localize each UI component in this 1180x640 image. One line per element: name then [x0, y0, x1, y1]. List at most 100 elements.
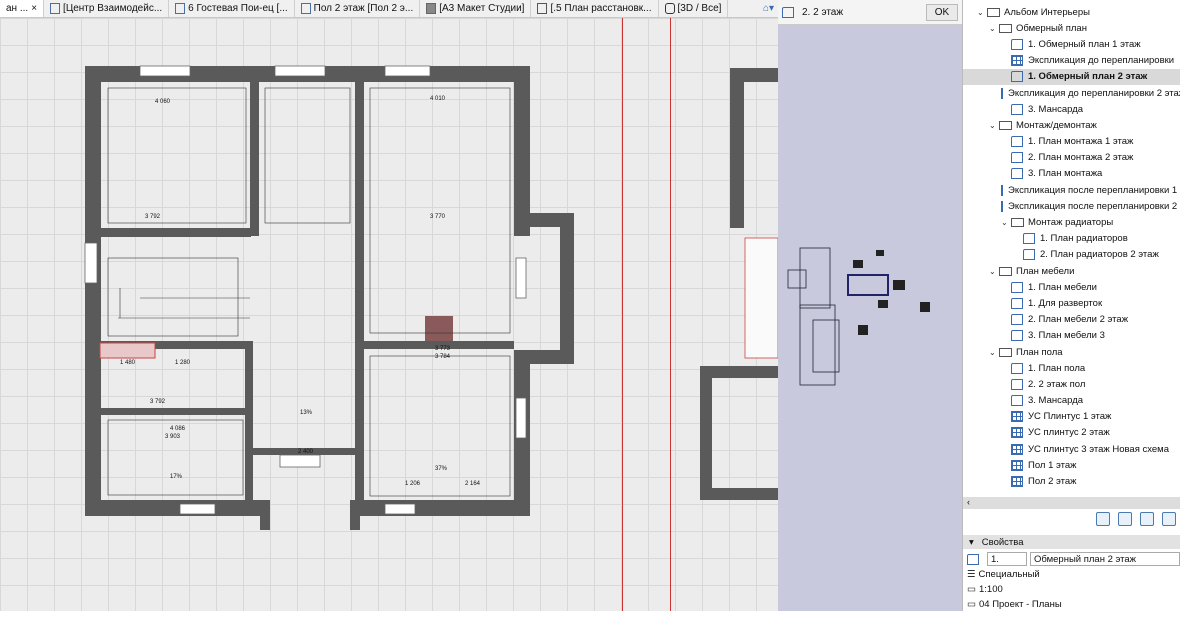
tree-item[interactable]: 1. План монтажа 1 этаж	[963, 134, 1180, 150]
tree-item[interactable]: ⌄ Обмерный план	[963, 20, 1180, 36]
tree-item-label: 1. Обмерный план 1 этаж	[1028, 38, 1141, 50]
view-icon	[1011, 281, 1023, 293]
tree-item[interactable]: 1. План мебели	[963, 279, 1180, 295]
tree-item[interactable]: 1. Для разверток	[963, 295, 1180, 311]
chevron-down-icon[interactable]: ⌄	[989, 24, 999, 33]
tree-item[interactable]: Пол 2 этаж	[963, 473, 1180, 489]
tree-item-label: 2. 2 этаж пол	[1028, 378, 1086, 390]
tree-item[interactable]: ⌄ Альбом Интерьеры	[963, 4, 1180, 20]
clone-view-icon[interactable]	[1118, 512, 1132, 526]
chevron-down-icon[interactable]: ⌄	[977, 8, 987, 17]
tree-item-label: 1. План мебели	[1028, 281, 1097, 293]
schedule-icon	[1011, 459, 1023, 471]
new-folder-icon[interactable]	[1096, 512, 1110, 526]
tree-item[interactable]: Экспликация после перепланировки 1 этаж	[963, 182, 1180, 198]
schedule-icon	[1011, 411, 1023, 423]
schedule-icon	[1001, 87, 1003, 99]
tree-item[interactable]: ⌄ План пола	[963, 344, 1180, 360]
tab-3[interactable]: Пол 2 этаж [Пол 2 э...	[295, 0, 421, 17]
tab-2[interactable]: 6 Гостевая Пои-ец [...	[169, 0, 295, 17]
tree-item[interactable]: 2. План монтажа 2 этаж	[963, 150, 1180, 166]
dim: 2 400	[298, 449, 314, 455]
tab-6[interactable]: [3D / Все]	[659, 0, 729, 17]
chevron-down-icon[interactable]: ⌄	[1001, 218, 1011, 227]
tree-item[interactable]: 2. План радиаторов 2 этаж	[963, 247, 1180, 263]
pen-set-icon: ▭	[967, 599, 976, 610]
tab-5[interactable]: [.5 План расстановк...	[531, 0, 659, 17]
tree-item-label: УС плинтус 3 этаж Новая схема	[1028, 443, 1169, 455]
tree-item[interactable]: 3. План мебели 3	[963, 328, 1180, 344]
story-icon	[782, 6, 794, 18]
tree-item[interactable]: ⌄ Монтаж радиаторы	[963, 214, 1180, 230]
floor-plan-canvas[interactable]: 4 060 4 010 3 792 3 770 1 480 1 280 3 77…	[0, 18, 779, 611]
tree-item[interactable]: ⌄ План мебели	[963, 263, 1180, 279]
layers-icon: ☰	[967, 569, 976, 580]
schedule-icon	[1011, 476, 1023, 488]
ok-button[interactable]: OK	[926, 3, 958, 21]
save-view-icon[interactable]	[1162, 512, 1176, 526]
tree-item[interactable]: Пол 1 этаж	[963, 457, 1180, 473]
close-icon[interactable]: ×	[31, 3, 37, 14]
tab-label: [.5 План расстановк...	[550, 3, 652, 14]
view-icon	[967, 553, 979, 565]
3d-icon	[664, 3, 675, 14]
chevron-down-icon[interactable]: ⌄	[989, 267, 999, 276]
view-id-field[interactable]: 1.	[987, 552, 1027, 566]
tree-item[interactable]: Экспликация после перепланировки 2 этаж	[963, 198, 1180, 214]
tree-item[interactable]: УС плинтус 2 этаж	[963, 425, 1180, 441]
tree-item-label: 1. План радиаторов	[1040, 233, 1128, 245]
tree-item[interactable]: Экспликация до перепланировки	[963, 53, 1180, 69]
folder-icon	[999, 266, 1012, 276]
view-name-field[interactable]: Обмерный план 2 этаж	[1030, 552, 1180, 566]
tree-item[interactable]: 3. План монтажа	[963, 166, 1180, 182]
tree-item[interactable]: 1. План радиаторов	[963, 231, 1180, 247]
tree-item[interactable]: УС плинтус 3 этаж Новая схема	[963, 441, 1180, 457]
tab-1[interactable]: [Центр Взаимодейс...	[44, 0, 170, 17]
scale-value[interactable]: 1:100	[979, 584, 1003, 595]
tree-item[interactable]: 3. Мансарда	[963, 101, 1180, 117]
tree-item[interactable]: ⌄ Монтаж/демонтаж	[963, 117, 1180, 133]
tree-item[interactable]: УС Плинтус 1 этаж	[963, 409, 1180, 425]
tree-item-label: Пол 1 этаж	[1028, 459, 1077, 471]
floor-plan-drawing: 4 060 4 010 3 792 3 770 1 480 1 280 3 77…	[84, 65, 779, 530]
section-line	[670, 18, 671, 611]
tab-0[interactable]: ан ... ×	[0, 0, 45, 17]
tree-item[interactable]: 1. Обмерный план 2 этаж	[963, 68, 1180, 85]
tree-item-label: 1. Обмерный план 2 этаж	[1028, 71, 1148, 83]
horizontal-scrollbar[interactable]: ‹	[963, 497, 1180, 509]
tree-item[interactable]: 2. 2 этаж пол	[963, 376, 1180, 392]
dim: 13%	[300, 410, 313, 416]
dim: 1 280	[175, 360, 191, 366]
tree-item-label: Экспликация после перепланировки 1 этаж	[1008, 184, 1180, 196]
folder-icon	[987, 7, 1000, 17]
tree-item[interactable]: 2. План мебели 2 этаж	[963, 312, 1180, 328]
dim: 17%	[170, 474, 183, 480]
tab-4[interactable]: [А3 Макет Студии]	[420, 0, 532, 17]
dim: 4 086	[170, 426, 186, 432]
tree-item-label: 3. План монтажа	[1028, 168, 1103, 180]
folder-icon	[999, 23, 1012, 33]
dimension-labels: 4 060 4 010 3 792 3 770 1 480 1 280 3 77…	[120, 96, 481, 487]
schedule-icon	[1001, 184, 1003, 196]
chevron-down-icon[interactable]: ⌄	[989, 348, 999, 357]
tab-label: [Центр Взаимодейс...	[63, 3, 163, 14]
pen-set-value[interactable]: 04 Проект - Планы	[979, 599, 1062, 610]
tree-item[interactable]: 3. Мансарда	[963, 393, 1180, 409]
new-view-icon[interactable]	[1140, 512, 1154, 526]
tree-item-label: Экспликация до перепланировки	[1028, 55, 1175, 67]
tab-label: [3D / Все]	[677, 3, 722, 14]
tree-item-label: 1. План пола	[1028, 362, 1086, 374]
home-dropdown-icon[interactable]: ⌂▾	[763, 3, 778, 14]
chevron-down-icon[interactable]: ⌄	[989, 121, 999, 130]
tree-item[interactable]: 1. Обмерный план 1 этаж	[963, 36, 1180, 52]
tree-item-label: УС плинтус 2 этаж	[1028, 427, 1110, 439]
view-icon	[1011, 168, 1023, 180]
layer-combination[interactable]: Специальный	[979, 569, 1040, 580]
tab-bar: ан ... × [Центр Взаимодейс... 6 Гостевая …	[0, 0, 778, 18]
tree-item[interactable]: 1. План пола	[963, 360, 1180, 376]
layout-icon	[426, 3, 437, 14]
tree-item-label: Экспликация до перепланировки 2 этаж	[1008, 87, 1180, 99]
elevation-icon	[175, 3, 186, 14]
properties-header[interactable]: ▾ Свойства	[963, 535, 1180, 549]
tree-item[interactable]: Экспликация до перепланировки 2 этаж	[963, 85, 1180, 101]
